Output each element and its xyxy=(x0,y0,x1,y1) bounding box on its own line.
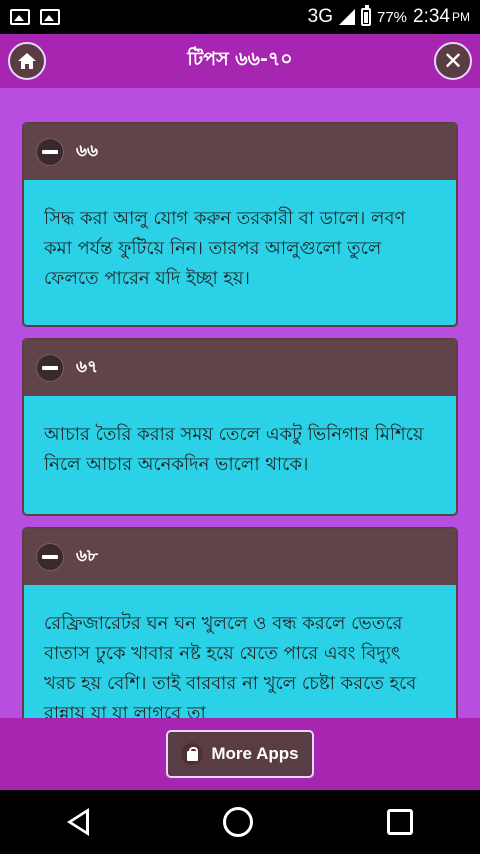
battery-icon xyxy=(360,5,371,26)
bottom-bar: More Apps xyxy=(0,718,480,790)
home-icon xyxy=(18,53,36,69)
more-apps-label: More Apps xyxy=(211,744,299,763)
status-bar: 3G 77% 2:34 PM xyxy=(0,0,480,34)
tip-number: ৬৭ xyxy=(76,357,99,377)
shopping-bag-icon xyxy=(181,743,204,765)
home-button[interactable] xyxy=(8,42,46,80)
app-header: টিপস ৬৬-৭০ ✕ xyxy=(0,34,480,88)
collapse-icon[interactable] xyxy=(36,354,64,382)
tip-text: আচার তৈরি করার সময় তেলে একটু ভিনিগার মি… xyxy=(44,424,424,475)
image-notification-icon xyxy=(40,9,60,25)
clock-time: 2:34 xyxy=(413,6,450,27)
close-icon: ✕ xyxy=(442,47,464,75)
clock-ampm: PM xyxy=(452,10,470,24)
signal-icon xyxy=(338,9,355,25)
tip-card-header[interactable]: ৬৭ xyxy=(24,340,456,396)
tip-text: রেফ্রিজারেটর ঘন ঘন খুললে ও বন্ধ করলে ভেত… xyxy=(44,613,417,718)
tip-card: ৬৬ সিদ্ধ করা আলু যোগ করুন তরকারী বা ডালে… xyxy=(22,122,458,327)
close-button[interactable]: ✕ xyxy=(434,42,472,80)
page-title: টিপস ৬৬-৭০ xyxy=(187,48,293,70)
navigation-bar xyxy=(0,790,480,854)
tip-text: সিদ্ধ করা আলু যোগ করুন তরকারী বা ডালে। ল… xyxy=(44,208,406,289)
tip-number: ৬৬ xyxy=(76,141,99,161)
recent-apps-icon[interactable] xyxy=(387,809,413,835)
tips-list[interactable]: ৬৬ সিদ্ধ করা আলু যোগ করুন তরকারী বা ডালে… xyxy=(0,88,480,718)
tip-card-header[interactable]: ৬৮ xyxy=(24,529,456,585)
image-notification-icon xyxy=(10,9,30,25)
tip-card-header[interactable]: ৬৬ xyxy=(24,124,456,180)
home-circle-icon[interactable] xyxy=(223,807,253,837)
back-icon[interactable] xyxy=(67,808,89,836)
network-type: 3G xyxy=(307,6,333,27)
tip-number: ৬৮ xyxy=(76,546,99,566)
collapse-icon[interactable] xyxy=(36,138,64,166)
collapse-icon[interactable] xyxy=(36,543,64,571)
more-apps-button[interactable]: More Apps xyxy=(166,730,314,778)
tip-card: ৬৮ রেফ্রিজারেটর ঘন ঘন খুললে ও বন্ধ করলে … xyxy=(22,527,458,718)
battery-percent: 77% xyxy=(376,8,408,26)
tip-card: ৬৭ আচার তৈরি করার সময় তেলে একটু ভিনিগার… xyxy=(22,338,458,516)
